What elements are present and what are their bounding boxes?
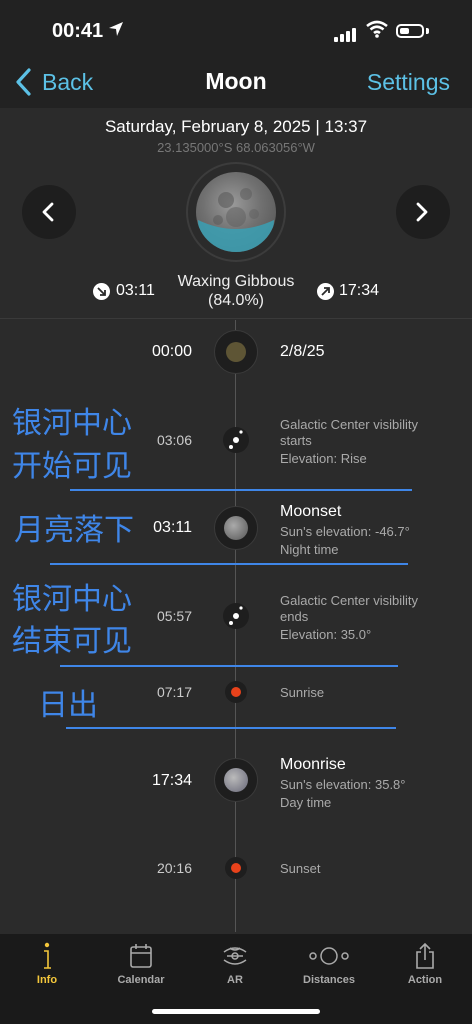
tab-label: Action bbox=[407, 974, 443, 986]
tab-ar[interactable]: AR bbox=[188, 942, 282, 986]
event-detail: Sun's elevation: -46.7° bbox=[280, 524, 410, 539]
event-time: 07:17 bbox=[156, 684, 192, 700]
moon-node bbox=[214, 758, 258, 802]
info-icon bbox=[44, 942, 51, 969]
event-detail: Sun's elevation: 35.8° bbox=[280, 777, 406, 792]
event-title: Moonset bbox=[280, 503, 342, 520]
calendar-icon bbox=[130, 944, 152, 968]
status-time: 00:41 bbox=[52, 20, 104, 42]
event-detail: Night time bbox=[280, 542, 339, 557]
battery-icon bbox=[396, 24, 424, 38]
header-divider bbox=[0, 318, 472, 319]
previous-day-button[interactable] bbox=[22, 185, 76, 239]
annotation-underline bbox=[66, 727, 396, 729]
moon-node bbox=[214, 506, 258, 550]
chevron-right-icon bbox=[416, 202, 428, 222]
moon-shadow bbox=[198, 220, 274, 252]
tab-action[interactable]: Action bbox=[378, 942, 472, 986]
annotation-text: 月亮落下 bbox=[14, 513, 134, 548]
chevron-left-icon bbox=[42, 202, 54, 222]
settings-button[interactable]: Settings bbox=[367, 69, 450, 96]
battery-tip bbox=[426, 28, 429, 34]
ar-icon bbox=[223, 947, 247, 965]
galactic-center-icon bbox=[223, 427, 249, 453]
phase-percent-text: (84.0%) bbox=[207, 292, 265, 309]
next-day-button[interactable] bbox=[396, 185, 450, 239]
event-detail: Galactic Center visibility bbox=[280, 593, 418, 608]
event-time: 20:16 bbox=[156, 860, 192, 876]
home-indicator[interactable] bbox=[152, 1009, 320, 1014]
annotation-underline bbox=[70, 489, 412, 491]
distances-icon bbox=[309, 947, 349, 965]
event-description: Galactic Center visibility ends Elevatio… bbox=[280, 593, 418, 643]
event-time: 00:00 bbox=[151, 343, 192, 360]
annotation-underline bbox=[50, 563, 408, 565]
sun-dot bbox=[231, 863, 241, 873]
coordinates-label: 23.135000°S 68.063056°W bbox=[157, 140, 315, 155]
galactic-center-icon bbox=[223, 603, 249, 629]
cellular-signal-icon bbox=[334, 24, 358, 42]
sun-node bbox=[225, 857, 247, 879]
annotation-text: 开始可见 bbox=[12, 449, 132, 484]
wifi-icon bbox=[366, 20, 388, 38]
event-detail: Elevation: 35.0° bbox=[280, 627, 372, 642]
annotation-text: 日出 bbox=[38, 688, 98, 723]
event-title: Moonrise bbox=[280, 756, 346, 773]
share-icon bbox=[416, 942, 434, 969]
tab-label: Info bbox=[36, 974, 58, 986]
annotation-text: 结束可见 bbox=[12, 624, 132, 659]
tab-calendar[interactable]: Calendar bbox=[94, 942, 188, 986]
tab-label: Distances bbox=[303, 974, 355, 986]
tab-label: AR bbox=[227, 974, 243, 986]
annotation-text: 银河中心 bbox=[12, 582, 132, 617]
location-arrow-icon bbox=[109, 22, 123, 36]
tab-distances[interactable]: Distances bbox=[282, 942, 376, 986]
event-detail: ends bbox=[280, 609, 309, 624]
event-description: Sunrise bbox=[280, 685, 324, 701]
sun-dot bbox=[231, 687, 241, 697]
tab-info[interactable]: Info bbox=[0, 942, 94, 986]
event-description: Sun's elevation: -46.7° Night time bbox=[280, 524, 410, 558]
sun-node bbox=[225, 681, 247, 703]
event-time: 17:34 bbox=[151, 772, 192, 789]
event-detail: Elevation: Rise bbox=[280, 451, 367, 466]
event-description: Galactic Center visibility starts Elevat… bbox=[280, 417, 418, 467]
moon-node bbox=[214, 330, 258, 374]
moonrise-icon bbox=[317, 283, 334, 300]
event-detail: Galactic Center visibility bbox=[280, 417, 418, 432]
date-time-label[interactable]: Saturday, February 8, 2025 | 13:37 bbox=[0, 117, 472, 137]
tab-label: Calendar bbox=[117, 974, 165, 986]
event-description: Sunset bbox=[280, 861, 320, 877]
event-description: Sun's elevation: 35.8° Day time bbox=[280, 777, 406, 811]
event-title: 2/8/25 bbox=[280, 343, 325, 360]
annotation-underline bbox=[60, 665, 398, 667]
event-detail: Sunrise bbox=[280, 685, 325, 700]
event-detail: Sunset bbox=[280, 861, 321, 876]
event-detail: starts bbox=[280, 433, 312, 448]
annotation-text: 银河中心 bbox=[12, 406, 132, 441]
moonrise-time: 17:34 bbox=[339, 282, 380, 299]
event-detail: Day time bbox=[280, 795, 332, 810]
phase-name-text: Waxing Gibbous bbox=[177, 273, 295, 290]
moon-phase-name: Waxing Gibbous (84.0%) bbox=[0, 272, 472, 310]
